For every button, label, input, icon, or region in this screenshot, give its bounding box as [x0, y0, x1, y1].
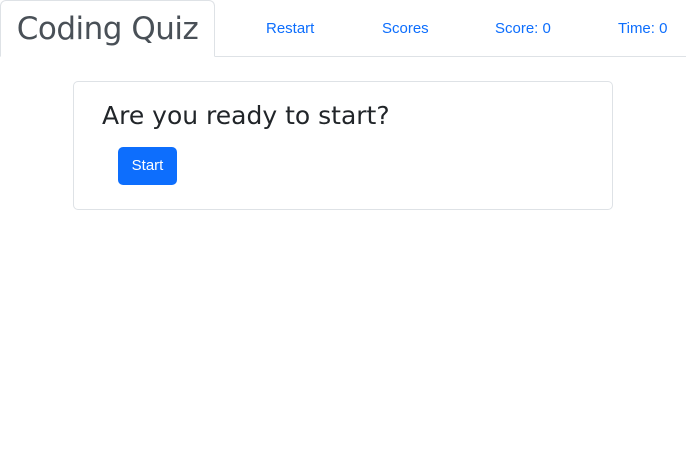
top-nav: Coding Quiz Restart Scores Score: 0 Time… [0, 0, 686, 57]
brand-tab[interactable]: Coding Quiz [0, 0, 215, 57]
scores-link[interactable]: Scores [382, 19, 429, 39]
start-button[interactable]: Start [118, 147, 177, 185]
restart-link[interactable]: Restart [266, 19, 314, 39]
score-display[interactable]: Score: 0 [495, 19, 551, 39]
start-card: Are you ready to start? Start [73, 81, 613, 210]
start-prompt: Are you ready to start? [102, 101, 390, 130]
time-display[interactable]: Time: 0 [618, 19, 667, 39]
app-title: Coding Quiz [16, 10, 199, 47]
